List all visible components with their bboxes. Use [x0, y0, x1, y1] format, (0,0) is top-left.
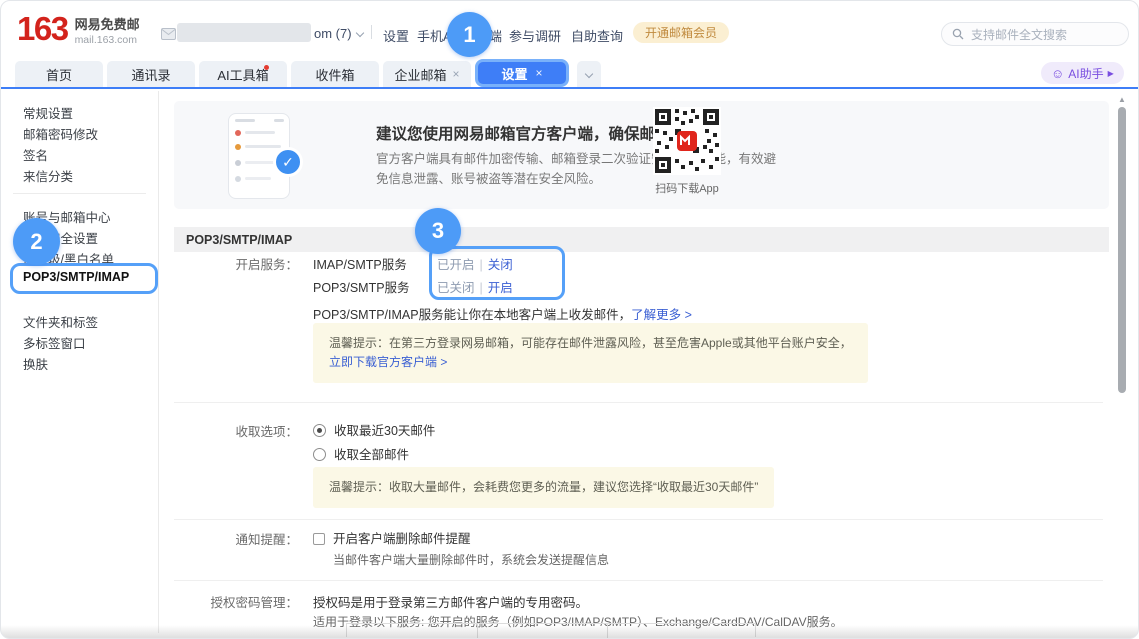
sidebar-item-multi-tab[interactable]: 多标签窗口: [23, 333, 86, 352]
checkbox-label: 开启客户端删除邮件提醒: [333, 532, 471, 546]
nav-settings-link[interactable]: 设置: [383, 26, 409, 45]
search-input[interactable]: 支持邮件全文搜索: [941, 22, 1129, 46]
service-row-name: POP3/SMTP服务: [313, 277, 410, 296]
nav-self-query-link[interactable]: 自助查询: [571, 26, 623, 45]
imap-status: 已开启: [437, 258, 475, 272]
sidebar-border: [158, 91, 159, 633]
tab-inbox[interactable]: 收件箱: [291, 61, 379, 87]
tab-enterprise-mail[interactable]: 企业邮箱 ×: [383, 61, 471, 87]
sidebar-item-general-settings[interactable]: 常规设置: [23, 103, 73, 122]
tab-label: AI工具箱: [217, 65, 268, 84]
section-title: POP3/SMTP/IMAP: [186, 233, 292, 247]
status-separator: |: [475, 258, 488, 272]
sidebar-divider: [13, 193, 146, 194]
radio-all-mails[interactable]: 收取全部邮件: [313, 444, 409, 463]
window-bottom-shadow: [1, 625, 1139, 639]
service-label: 开启服务：: [161, 254, 298, 273]
status-separator: |: [475, 281, 488, 295]
account-address-suffix: om (7): [314, 26, 352, 41]
close-icon[interactable]: ×: [453, 67, 460, 81]
auth-line1: 授权码是用于登录第三方邮件客户端的专用密码。: [313, 592, 588, 611]
sidebar-item-skin[interactable]: 换肤: [23, 354, 48, 373]
fetch-label: 收取选项：: [161, 421, 298, 440]
logo-name: 网易免费邮: [75, 14, 140, 33]
radio-unselected-icon: [313, 448, 326, 461]
chevron-down-icon: [585, 70, 593, 78]
pop3-open-link[interactable]: 开启: [488, 281, 513, 295]
annotation-step-3: 3: [415, 208, 461, 254]
imap-close-link[interactable]: 关闭: [488, 258, 513, 272]
annotation-step-2: 2: [13, 218, 60, 265]
logo: 163 网易免费邮 mail.163.com: [17, 11, 140, 47]
service-row-status: 已开启|关闭: [437, 254, 513, 273]
scrollbar-thumb[interactable]: [1118, 107, 1126, 393]
tab-label: 设置: [501, 64, 527, 83]
ai-assistant-label: AI助手: [1068, 65, 1103, 82]
search-placeholder: 支持邮件全文搜索: [971, 26, 1067, 43]
logo-domain: mail.163.com: [75, 34, 140, 46]
sidebar-item-signature[interactable]: 签名: [23, 145, 48, 164]
fetch-warm-tip: 温馨提示：收取大量邮件，会耗费您更多的流量，建议您选择“收取最近30天邮件”: [313, 467, 774, 508]
red-dot-badge: [264, 65, 269, 70]
section-divider: [174, 402, 1103, 403]
radio-recent-30-days[interactable]: 收取最近30天邮件: [313, 420, 435, 439]
radio-label: 收取最近30天邮件: [334, 424, 435, 438]
service-warm-tip: 温馨提示：在第三方登录网易邮箱，可能存在邮件泄露风险，甚至危害Apple或其他平…: [313, 323, 868, 383]
learn-more-link[interactable]: 了解更多 >: [631, 308, 692, 322]
tab-home[interactable]: 首页: [15, 61, 103, 87]
logo-163: 163: [17, 11, 68, 47]
search-icon: [952, 28, 964, 40]
vip-badge[interactable]: 开通邮箱会员: [633, 22, 729, 43]
smiley-icon: ☺: [1051, 66, 1064, 81]
service-desc: POP3/SMTP/IMAP服务能让你在本地客户端上收发邮件，了解更多 >: [313, 304, 692, 323]
tab-label: 首页: [46, 65, 72, 84]
close-icon[interactable]: ×: [536, 66, 543, 80]
service-row-name: IMAP/SMTP服务: [313, 254, 407, 273]
notify-desc: 当邮件客户端大量删除邮件时，系统会发送提醒信息: [333, 551, 609, 568]
radio-label: 收取全部邮件: [334, 448, 409, 462]
account-redaction: [177, 23, 311, 42]
scrollbar-up-arrow[interactable]: ▲: [1117, 95, 1127, 104]
service-row-status: 已关闭|开启: [437, 277, 513, 296]
account-chevron-down-icon[interactable]: [356, 29, 364, 37]
qr-caption: 扫码下载App: [646, 180, 728, 196]
shield-check-icon: ✓: [273, 147, 303, 177]
sidebar-item-pop3-smtp-imap[interactable]: POP3/SMTP/IMAP: [23, 270, 129, 284]
sidebar-item-password-change[interactable]: 邮箱密码修改: [23, 124, 98, 143]
nav-survey-link[interactable]: 参与调研: [509, 26, 561, 45]
warm-tip-text: 温馨提示：在第三方登录网易邮箱，可能存在邮件泄露风险，甚至危害Apple或其他平…: [329, 336, 852, 350]
tab-ai-toolbox[interactable]: AI工具箱: [199, 61, 287, 87]
sidebar-item-folders-tags[interactable]: 文件夹和标签: [23, 312, 98, 331]
notify-label: 通知提醒：: [161, 529, 298, 548]
ai-assistant-button[interactable]: ☺ AI助手 ▶: [1041, 62, 1124, 84]
section-divider: [174, 519, 1103, 520]
tab-label: 收件箱: [315, 65, 354, 84]
tab-label: 企业邮箱: [394, 65, 446, 84]
auth-label: 授权密码管理：: [161, 592, 298, 611]
download-client-link[interactable]: 立即下载官方客户端 >: [329, 355, 447, 369]
pop3-status: 已关闭: [437, 281, 475, 295]
arrow-right-icon: ▶: [1108, 69, 1114, 78]
service-desc-text: POP3/SMTP/IMAP服务能让你在本地客户端上收发邮件，: [313, 308, 631, 322]
tabbar-underline: [1, 87, 1139, 89]
sidebar-item-mail-classification[interactable]: 来信分类: [23, 166, 73, 185]
annotation-step-1: 1: [447, 12, 492, 57]
tab-settings-active[interactable]: 设置 ×: [475, 59, 569, 87]
mail-icon: [161, 27, 176, 45]
qr-code: [653, 107, 721, 175]
checkbox-icon: [313, 533, 325, 545]
delete-reminder-checkbox[interactable]: 开启客户端删除邮件提醒: [313, 528, 471, 547]
radio-selected-icon: [313, 424, 326, 437]
tab-label: 通讯录: [131, 65, 170, 84]
tab-contacts[interactable]: 通讯录: [107, 61, 195, 87]
section-divider: [174, 580, 1103, 581]
tab-overflow-chevron[interactable]: [577, 61, 601, 87]
mail-window: 163 网易免费邮 mail.163.com om (7) 设置 手机App 客…: [0, 0, 1139, 639]
header-divider: [371, 25, 372, 39]
section-header: POP3/SMTP/IMAP: [174, 227, 1109, 252]
